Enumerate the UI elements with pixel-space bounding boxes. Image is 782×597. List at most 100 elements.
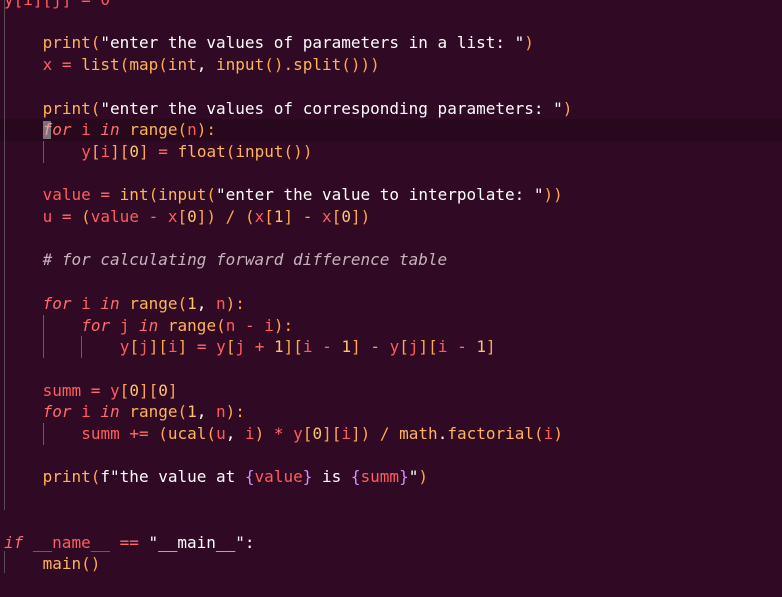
code-text: print("enter the values of parameters in… bbox=[43, 32, 534, 54]
code-token: ) bbox=[418, 467, 428, 487]
code-token: i bbox=[302, 337, 313, 357]
code-text: # for calculating forward difference tab… bbox=[43, 249, 448, 271]
code-token: , bbox=[196, 402, 217, 422]
code-line[interactable]: # for calculating forward difference tab… bbox=[0, 249, 782, 271]
code-token: ] bbox=[486, 337, 496, 357]
code-line[interactable] bbox=[0, 488, 782, 510]
code-line[interactable]: x = list(map(int, input().split())) bbox=[0, 54, 782, 76]
code-line[interactable]: main() bbox=[0, 553, 782, 575]
code-token: [ bbox=[264, 207, 274, 226]
code-text: for j in range(n - i): bbox=[81, 315, 293, 337]
code-token: n bbox=[216, 293, 226, 313]
code-line[interactable]: y[j][i] = y[j + 1][i - 1] - y[j][i - 1] bbox=[0, 336, 782, 358]
code-line[interactable] bbox=[0, 510, 782, 532]
code-token: } bbox=[302, 467, 313, 487]
code-token: "enter the values of parameters in a lis… bbox=[100, 33, 525, 53]
code-token: j bbox=[235, 337, 246, 357]
code-token: "enter the value to interpolate: " bbox=[216, 185, 544, 205]
code-editor[interactable]: y[i][j] = 0print("enter the values of pa… bbox=[0, 0, 782, 597]
code-token: float bbox=[177, 141, 226, 161]
code-text: main() bbox=[43, 553, 101, 575]
code-token: * bbox=[264, 424, 294, 443]
code-line[interactable]: for i in range(n): bbox=[0, 119, 782, 141]
code-token: ucal bbox=[167, 424, 207, 443]
code-token: value bbox=[254, 467, 303, 487]
code-line[interactable]: if __name__ == "__main__": bbox=[0, 532, 782, 554]
code-token: y bbox=[119, 337, 130, 357]
code-token: "enter the values of corresponding param… bbox=[100, 98, 563, 118]
code-token: ][ bbox=[148, 337, 168, 357]
code-token: 1 bbox=[476, 337, 486, 357]
function-indent-guide bbox=[4, 0, 5, 510]
code-token: i bbox=[437, 337, 448, 357]
code-token: main bbox=[42, 554, 82, 574]
code-line[interactable]: summ += (ucal(u, i) * y[0][i]) / math.fa… bbox=[0, 423, 782, 445]
code-token: 0 bbox=[187, 207, 197, 226]
code-token: 1 bbox=[187, 293, 197, 313]
code-text: summ = y[0][0] bbox=[43, 380, 178, 402]
code-token: ] bbox=[167, 380, 178, 400]
code-token: ]) bbox=[350, 207, 371, 226]
code-token: { bbox=[350, 467, 361, 487]
code-token: ]) / bbox=[350, 424, 400, 443]
code-token: i bbox=[244, 424, 255, 443]
code-token: i bbox=[71, 402, 101, 422]
code-token: ] bbox=[139, 141, 149, 161]
code-token: input bbox=[158, 185, 207, 205]
code-token: summ bbox=[81, 424, 120, 443]
code-token: x bbox=[42, 55, 53, 75]
code-token: i bbox=[100, 141, 111, 161]
code-line[interactable] bbox=[0, 445, 782, 467]
code-token: ): bbox=[225, 402, 245, 422]
code-line[interactable]: print("enter the values of parameters in… bbox=[0, 32, 782, 54]
code-text: for i in range(1, n): bbox=[43, 401, 245, 423]
code-token: n bbox=[225, 315, 236, 335]
code-token: range bbox=[129, 120, 178, 140]
code-token: ) bbox=[562, 98, 573, 118]
code-line[interactable] bbox=[0, 163, 782, 185]
code-token: ( bbox=[216, 315, 226, 335]
code-line[interactable]: summ = y[0][0] bbox=[0, 380, 782, 402]
code-token: [ bbox=[302, 424, 313, 443]
code-line[interactable]: y[i][0] = float(input()) bbox=[0, 140, 782, 163]
code-token: y bbox=[110, 380, 120, 400]
code-token: 1 bbox=[187, 402, 197, 422]
code-token: i bbox=[71, 120, 101, 140]
code-token: { bbox=[244, 467, 255, 487]
code-token: ( bbox=[148, 185, 159, 205]
code-token: input bbox=[216, 55, 265, 75]
code-token: "__main__" bbox=[148, 532, 245, 552]
code-line[interactable]: value = int(input("enter the value to in… bbox=[0, 184, 782, 206]
code-line[interactable] bbox=[0, 11, 782, 33]
code-line[interactable] bbox=[0, 358, 782, 380]
code-token: i bbox=[71, 293, 101, 313]
code-line[interactable]: for j in range(n - i): bbox=[0, 314, 782, 337]
code-token: is bbox=[312, 467, 351, 487]
code-line[interactable]: y[i][j] = 0 bbox=[0, 0, 782, 11]
code-token: in bbox=[100, 293, 120, 313]
code-token: ) bbox=[553, 424, 563, 443]
code-token: split bbox=[293, 55, 342, 75]
code-line[interactable] bbox=[0, 228, 782, 250]
code-token: in bbox=[100, 120, 120, 140]
code-token: in bbox=[139, 315, 159, 335]
code-token: (). bbox=[264, 55, 294, 75]
code-token: i bbox=[543, 424, 554, 443]
code-token: = bbox=[187, 337, 217, 357]
code-token: = bbox=[52, 207, 82, 226]
code-token: . bbox=[437, 424, 448, 443]
code-line[interactable]: u = (value - x[0]) / (x[1] - x[0]) bbox=[0, 206, 782, 228]
code-token: ]) / ( bbox=[196, 207, 255, 226]
code-token: list bbox=[81, 55, 120, 75]
code-line[interactable]: for i in range(1, n): bbox=[0, 293, 782, 315]
code-token: range bbox=[129, 402, 178, 422]
code-line[interactable] bbox=[0, 271, 782, 293]
code-line[interactable] bbox=[0, 76, 782, 98]
code-token: y[i][j] = 0 bbox=[4, 0, 110, 9]
code-line[interactable]: print(f"the value at {value} is {summ}") bbox=[0, 466, 782, 488]
code-line[interactable]: for i in range(1, n): bbox=[0, 401, 782, 423]
code-token: ][ bbox=[322, 424, 342, 443]
code-line[interactable]: print("enter the values of corresponding… bbox=[0, 98, 782, 120]
